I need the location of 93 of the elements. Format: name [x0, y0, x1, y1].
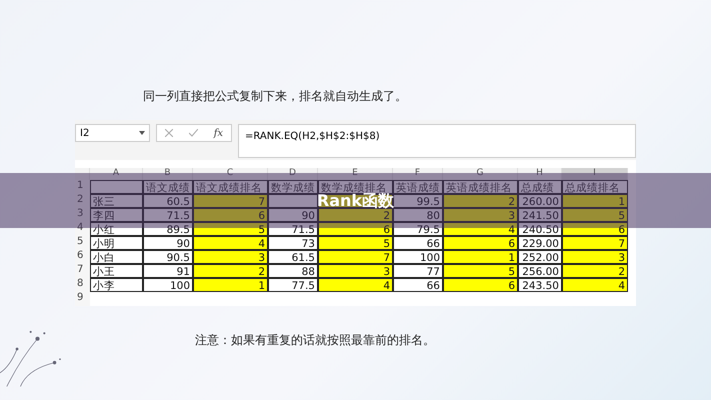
dropdown-icon	[139, 131, 145, 135]
table-cell: 90	[143, 236, 193, 250]
table-cell: 5	[443, 264, 518, 278]
column-header[interactable]: B	[143, 168, 193, 180]
table-cell: 240.50	[518, 222, 562, 236]
table-cell: 3	[443, 208, 518, 222]
table-cell: 252.00	[518, 250, 562, 264]
table-cell: 100	[393, 250, 443, 264]
column-header[interactable]: E	[318, 168, 393, 180]
table-cell: 4	[193, 236, 268, 250]
table-cell: 66	[393, 236, 443, 250]
check-icon[interactable]	[188, 129, 198, 137]
table-cell: 2	[318, 208, 393, 222]
row-header[interactable]: 5	[75, 236, 90, 250]
table-cell: 6	[318, 222, 393, 236]
table-cell: 73	[268, 236, 318, 250]
table-cell: 66	[393, 278, 443, 292]
name-box[interactable]: I2	[75, 124, 150, 142]
table-cell: 小红	[90, 222, 143, 236]
table-cell: 5	[193, 222, 268, 236]
table-cell	[268, 194, 318, 208]
formula-field[interactable]: =RANK.EQ(H2,$H$2:$H$8)	[238, 124, 636, 158]
table-cell: 2	[443, 194, 518, 208]
table-cell: 小明	[90, 236, 143, 250]
table-cell: 243.50	[518, 278, 562, 292]
table-cell: 60.5	[143, 194, 193, 208]
table-cell: 2	[193, 264, 268, 278]
column-title: 数学成绩	[268, 180, 318, 194]
table-cell: 89.5	[143, 222, 193, 236]
table-cell: 71.5	[268, 222, 318, 236]
column-title: 数学成绩排名	[318, 180, 393, 194]
column-header[interactable]: F	[393, 168, 443, 180]
column-title: 英语成绩排名	[443, 180, 518, 194]
column-title: 总成绩	[518, 180, 562, 194]
function-button[interactable]: fx	[214, 128, 224, 138]
table-cell: 256.00	[518, 264, 562, 278]
column-header[interactable]: A	[90, 168, 143, 180]
table-cell: 3	[193, 250, 268, 264]
table-cell: 4	[562, 278, 628, 292]
row-header[interactable]: 9	[75, 292, 90, 306]
table-cell: 5	[562, 208, 628, 222]
banner-title: Rank函数	[316, 194, 394, 208]
table-cell: 229.00	[518, 236, 562, 250]
table-cell: 张三	[90, 194, 143, 208]
table-cell: 90	[268, 208, 318, 222]
table-cell: 77	[393, 264, 443, 278]
column-title	[90, 180, 143, 194]
table-cell: 6	[562, 222, 628, 236]
table-cell: 7	[193, 194, 268, 208]
caption-text: 同一列直接把公式复制下来，排名就自动生成了。	[143, 88, 408, 105]
table-cell: 3	[318, 264, 393, 278]
table-cell: 260.00	[518, 194, 562, 208]
select-all-button[interactable]	[75, 168, 90, 180]
column-title: 语文成绩	[143, 180, 193, 194]
table-cell: 99.5	[393, 194, 443, 208]
table-cell: 2	[562, 264, 628, 278]
table-cell: 79.5	[393, 222, 443, 236]
table-cell: 80	[393, 208, 443, 222]
table-cell: 61.5	[268, 250, 318, 264]
table-cell: 4	[318, 278, 393, 292]
row-header[interactable]: 8	[75, 278, 90, 292]
cancel-icon[interactable]	[164, 129, 173, 137]
table-cell: 1	[443, 250, 518, 264]
table-cell: 90.5	[143, 250, 193, 264]
note-text: 注意：如果有重复的话就按照最靠前的排名。	[195, 332, 436, 349]
table-cell: 1	[193, 278, 268, 292]
table-cell: 小李	[90, 278, 143, 292]
column-title: 英语成绩	[393, 180, 443, 194]
table-cell: 100	[143, 278, 193, 292]
table-cell: 7	[562, 236, 628, 250]
column-title: 总成绩排名	[562, 180, 628, 194]
column-title: 语文成绩排名	[193, 180, 268, 194]
table-cell: 小王	[90, 264, 143, 278]
table-cell: 3	[562, 250, 628, 264]
column-header[interactable]: D	[268, 168, 318, 180]
table-cell: 7	[318, 250, 393, 264]
table-cell: 6	[193, 208, 268, 222]
row-header[interactable]: 6	[75, 250, 90, 264]
table-cell: 1	[562, 194, 628, 208]
table-cell: 李四	[90, 208, 143, 222]
table-cell: 4	[443, 222, 518, 236]
table-cell: 241.50	[518, 208, 562, 222]
table-cell: 小白	[90, 250, 143, 264]
column-header[interactable]: I	[562, 168, 628, 180]
table-cell: 88	[268, 264, 318, 278]
table-cell: 77.5	[268, 278, 318, 292]
column-header[interactable]: H	[518, 168, 562, 180]
table-cell: 5	[318, 236, 393, 250]
row-header[interactable]: 7	[75, 264, 90, 278]
table-cell: 91	[143, 264, 193, 278]
table-cell: 6	[443, 278, 518, 292]
table-cell: 71.5	[143, 208, 193, 222]
table-cell: 6	[443, 236, 518, 250]
